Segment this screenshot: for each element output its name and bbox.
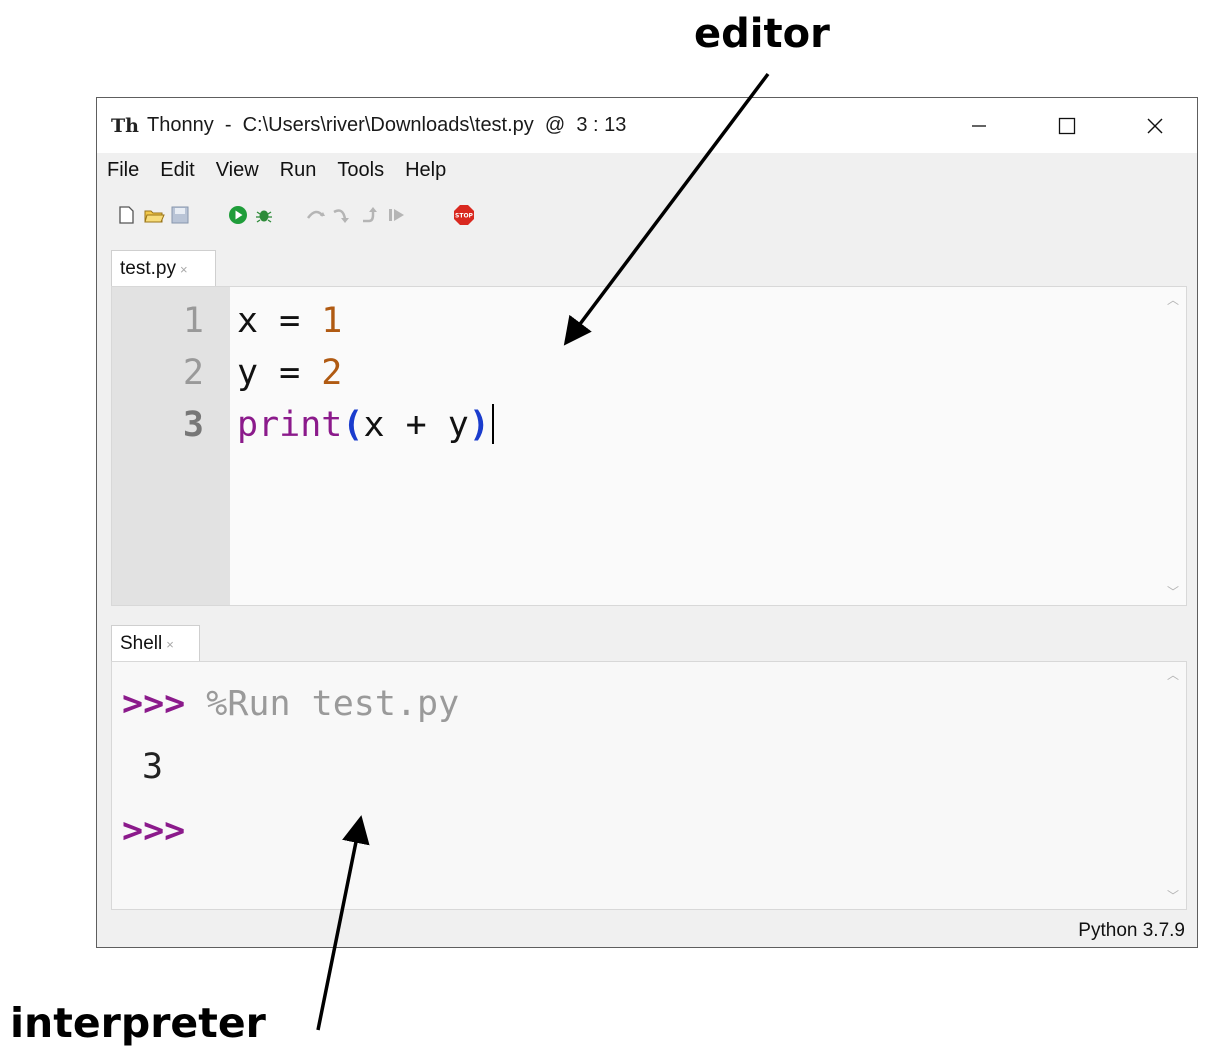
menu-bar: File Edit View Run Tools Help — [97, 153, 1197, 188]
code-line-1: x = 1 — [237, 301, 343, 341]
new-file-icon[interactable] — [115, 204, 137, 226]
thonny-logo-icon: Th — [111, 115, 139, 137]
interpreter-status[interactable]: Python 3.7.9 — [1078, 920, 1185, 942]
line-number: 2 — [182, 353, 204, 393]
line-number-current: 3 — [182, 405, 204, 445]
shell-command: %Run test.py — [185, 684, 460, 724]
shell-command-line: >>> %Run test.py — [122, 679, 459, 729]
scroll-up-icon[interactable]: ︿ — [1166, 293, 1180, 307]
menu-file[interactable]: File — [97, 153, 149, 188]
tab-close-icon[interactable]: × — [166, 637, 174, 652]
tab-test-py[interactable]: test.py × — [111, 250, 216, 286]
shell-output: 3 — [142, 747, 164, 787]
editor-callout-label: editor — [694, 11, 830, 57]
interpreter-callout-label: interpreter — [10, 999, 266, 1047]
close-button[interactable] — [1111, 98, 1199, 153]
minimize-icon — [972, 124, 986, 127]
tab-shell[interactable]: Shell × — [111, 625, 200, 661]
close-icon — [1147, 118, 1163, 133]
minimize-button[interactable] — [935, 98, 1023, 153]
maximize-icon — [1058, 117, 1076, 134]
stop-icon[interactable]: STOP — [453, 204, 475, 226]
thonny-window: Th Thonny - C:\Users\river\Downloads\tes… — [96, 97, 1198, 948]
menu-view[interactable]: View — [205, 153, 269, 188]
save-icon[interactable] — [169, 204, 191, 226]
window-title: Thonny - C:\Users\river\Downloads\test.p… — [147, 114, 627, 136]
title-bar[interactable]: Th Thonny - C:\Users\river\Downloads\tes… — [97, 98, 1197, 153]
code-editor[interactable]: 1 2 3 x = 1 y = 2 print(x + y) ︿ ﹀ — [111, 286, 1187, 606]
menu-edit[interactable]: Edit — [149, 153, 204, 188]
line-number: 1 — [182, 301, 204, 341]
debug-icon[interactable] — [253, 204, 275, 226]
line-number-gutter: 1 2 3 — [112, 287, 230, 605]
code-line-2: y = 2 — [237, 353, 343, 393]
step-into-icon[interactable] — [331, 204, 353, 226]
resume-icon[interactable] — [385, 204, 407, 226]
shell-prompt: >>> — [122, 811, 186, 851]
scroll-up-icon[interactable]: ︿ — [1166, 668, 1180, 682]
text-cursor — [491, 404, 494, 444]
step-out-icon[interactable] — [359, 204, 381, 226]
step-over-icon[interactable] — [305, 204, 327, 226]
scroll-down-icon[interactable]: ﹀ — [1166, 585, 1180, 599]
menu-help[interactable]: Help — [394, 153, 456, 188]
open-file-icon[interactable] — [143, 204, 165, 226]
tab-label: Shell — [120, 633, 163, 654]
shell-console[interactable]: >>> %Run test.py 3 >>> ︿ ﹀ — [111, 661, 1187, 910]
run-icon[interactable] — [227, 204, 249, 226]
scroll-down-icon[interactable]: ﹀ — [1166, 889, 1180, 903]
svg-text:STOP: STOP — [455, 213, 474, 220]
shell-prompt: >>> — [122, 684, 186, 724]
code-line-3: print(x + y) — [237, 399, 494, 451]
maximize-button[interactable] — [1023, 98, 1111, 153]
tab-label: test.py — [120, 258, 176, 279]
toolbar: STOP — [97, 190, 1197, 238]
tab-close-icon[interactable]: × — [180, 262, 188, 277]
shell-input-line[interactable]: >>> — [122, 806, 185, 856]
status-bar: Python 3.7.9 — [97, 916, 1197, 947]
menu-tools[interactable]: Tools — [326, 153, 394, 188]
menu-run[interactable]: Run — [269, 153, 327, 188]
